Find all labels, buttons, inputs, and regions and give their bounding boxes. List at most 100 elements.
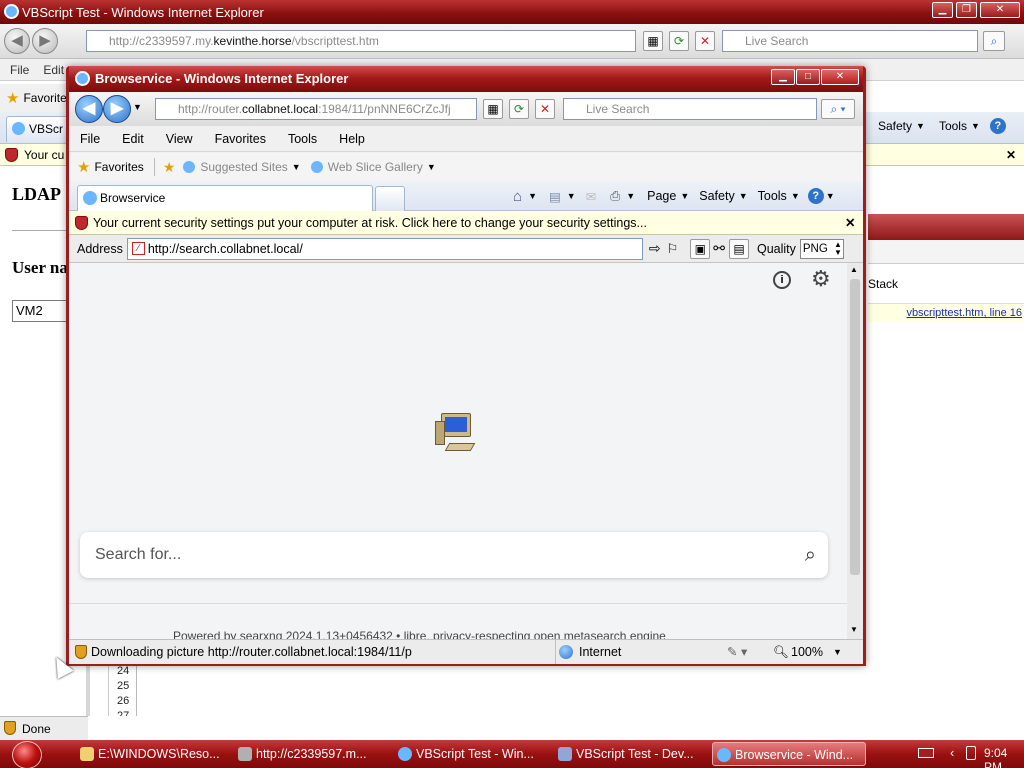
chevron-down-icon: ▼ (291, 162, 301, 172)
close-button[interactable]: ✕ (980, 2, 1020, 18)
go-arrow-icon[interactable]: ⇨ (649, 240, 661, 257)
popup-favorites-bar: ★ Favorites ★ Suggested Sites ▼ Web Slic… (69, 153, 863, 181)
search-icon[interactable]: ⌕ (805, 532, 816, 578)
tools-menu[interactable]: Tools (939, 119, 967, 133)
chevron-down-icon: ▼ (680, 191, 690, 201)
taskbar-item-explorer[interactable]: E:\WINDOWS\Reso... (76, 742, 226, 766)
bookmark-icon[interactable]: ⚐ (667, 241, 679, 257)
clock[interactable]: 9:04 PM (984, 746, 1024, 768)
menu-favorites[interactable]: Favorites (215, 132, 266, 146)
minimize-button[interactable]: ▁ (932, 2, 953, 18)
menu-edit[interactable]: Edit (43, 63, 64, 77)
help-icon[interactable]: ? (807, 188, 824, 204)
favorites-label[interactable]: Favorite (23, 91, 66, 105)
zoom-level[interactable]: 100% (791, 640, 823, 664)
chevron-down-icon[interactable]: ▼ (133, 102, 142, 112)
menu-file[interactable]: File (10, 63, 29, 77)
quality-select[interactable]: PNG ▲ ▼ (799, 238, 844, 259)
scroll-up-arrow[interactable]: ▲ (850, 265, 858, 274)
web-slice-gallery-link[interactable]: Web Slice Gallery (328, 160, 423, 174)
tab-browservice[interactable]: Browservice (77, 185, 373, 211)
safety-menu[interactable]: Safety (699, 189, 734, 203)
add-favorite-icon[interactable]: ★ (163, 159, 176, 176)
line-number: 25 (109, 679, 137, 694)
page-scrollbar[interactable]: ▲ ▼ (847, 263, 863, 639)
taskbar-item-vbscript[interactable]: VBScript Test - Win... (394, 742, 544, 766)
minimize-button[interactable]: ▁ (771, 69, 795, 85)
feeds-icon[interactable]: ▤ (549, 189, 561, 204)
close-button[interactable]: ✕ (821, 69, 859, 85)
popup-info-bar[interactable]: Your current security settings put your … (69, 211, 863, 235)
background-search-box[interactable]: Live Search (722, 30, 978, 52)
start-button[interactable] (0, 740, 60, 768)
warning-shield-icon (75, 645, 87, 659)
back-button[interactable]: ◀ (75, 95, 103, 123)
search-placeholder: Live Search (586, 102, 650, 116)
popup-menu-bar: File Edit View Favorites Tools Help (69, 126, 863, 152)
scroll-down-arrow[interactable]: ▼ (850, 625, 858, 634)
print-icon[interactable]: ⎙ (610, 189, 620, 204)
taskbar-item-devtools[interactable]: VBScript Test - Dev... (554, 742, 704, 766)
refresh-icon[interactable]: ⟳ (669, 31, 689, 51)
settings-gear-icon[interactable]: ⚙ (811, 267, 831, 291)
forward-button[interactable]: ▶ (32, 28, 58, 54)
taskbar-item-download[interactable]: http://c2339597.m... (234, 742, 384, 766)
browservice-url-input[interactable]: ∕ http://search.collabnet.local/ (126, 237, 643, 260)
background-favorites-bar: ★ Favorite (0, 84, 70, 112)
forward-button[interactable]: ▶ (103, 95, 131, 123)
chevron-down-icon[interactable]: ▼ (833, 640, 842, 664)
footer-text: Powered by searxng 2024.1.13+0456432 • l… (173, 629, 666, 639)
safety-menu[interactable]: Safety (878, 119, 912, 133)
debugger-panel: Stack vbscripttest.htm, line 16 (868, 214, 1024, 364)
menu-file[interactable]: File (80, 132, 100, 146)
stop-icon[interactable]: ✕ (695, 31, 715, 51)
scroll-thumb[interactable] (850, 279, 860, 575)
refresh-icon[interactable]: ⟳ (509, 99, 529, 119)
background-address-bar[interactable]: http://c2339597.my.kevinthe.horse/vbscri… (86, 30, 636, 52)
menu-help[interactable]: Help (339, 132, 365, 146)
tools-menu[interactable]: Tools (758, 189, 787, 203)
menu-edit[interactable]: Edit (122, 132, 144, 146)
network-icon[interactable] (966, 746, 976, 760)
menu-tools[interactable]: Tools (288, 132, 317, 146)
maximize-button[interactable]: ❐ (956, 2, 977, 18)
maximize-button[interactable]: □ (796, 69, 820, 85)
home-icon[interactable]: ⌂ (513, 188, 522, 205)
binoculars-icon[interactable]: ⚯ (713, 240, 725, 257)
find-icon[interactable]: ▣ (690, 238, 711, 259)
search-icon[interactable]: ⌕ (983, 31, 1005, 51)
user-input[interactable]: VM2 (12, 300, 72, 322)
popup-window-title: Browservice - Windows Internet Explorer (95, 71, 349, 86)
security-shield-icon (75, 216, 88, 230)
address-host: kevinthe.horse (213, 34, 292, 48)
new-tab-button[interactable] (375, 186, 405, 212)
mail-icon[interactable]: ✉ (586, 189, 596, 204)
back-button[interactable]: ◀ (4, 28, 30, 54)
search-icon[interactable]: ⌕ ▾ (821, 99, 855, 119)
menu-view[interactable]: View (166, 132, 193, 146)
info-icon[interactable]: i (773, 271, 791, 289)
popup-address-bar[interactable]: http://router.collabnet.local:1984/11/pn… (155, 98, 477, 120)
zoom-icon[interactable]: 🔍︎ (773, 640, 789, 664)
search-input[interactable]: Search for... ⌕ (80, 532, 828, 578)
close-icon[interactable]: ✕ (845, 211, 855, 235)
protected-mode-icon[interactable]: ✎ ▾ (727, 640, 747, 664)
search-placeholder: Search for... (95, 546, 182, 563)
favorites-button[interactable]: Favorites (94, 160, 143, 174)
taskbar-item-browservice[interactable]: Browservice - Wind... (712, 742, 866, 766)
help-icon[interactable]: ? (989, 118, 1006, 134)
stop-icon[interactable]: ✕ (535, 99, 555, 119)
clipboard-icon[interactable]: ▤ (728, 238, 749, 259)
stack-link[interactable]: vbscripttest.htm, line 16 (868, 304, 1024, 322)
warning-shield-icon (4, 721, 16, 735)
compat-icon[interactable]: ▦ (643, 31, 663, 51)
popup-search-box[interactable]: Live Search (563, 98, 817, 120)
compat-icon[interactable]: ▦ (483, 99, 503, 119)
windows-start-icon[interactable] (12, 741, 42, 768)
suggested-sites-link[interactable]: Suggested Sites (200, 160, 287, 174)
close-icon[interactable]: ✕ (1006, 144, 1016, 166)
keyboard-icon[interactable] (918, 748, 934, 758)
chevron-left-icon[interactable]: ‹ (950, 745, 954, 760)
spinner-icon[interactable]: ▲ ▼ (834, 240, 842, 257)
page-menu[interactable]: Page (647, 189, 676, 203)
